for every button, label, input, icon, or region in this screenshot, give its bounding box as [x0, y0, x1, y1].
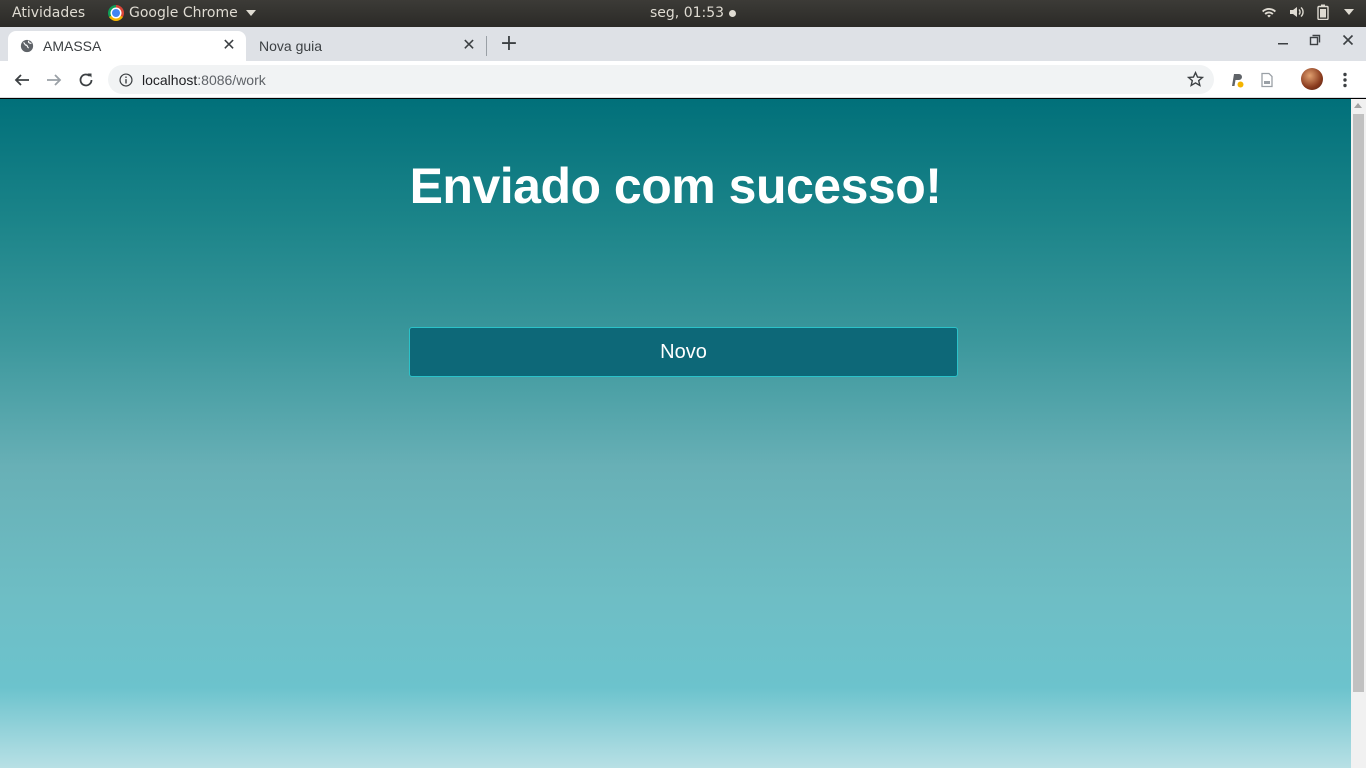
scrollbar-thumb[interactable] — [1353, 114, 1364, 692]
arrow-right-icon — [47, 74, 62, 86]
notification-dot-icon — [729, 9, 737, 17]
paypal-extension-icon — [1232, 74, 1244, 88]
novo-button[interactable]: Novo — [409, 327, 958, 377]
url-path: :8086/work — [197, 71, 266, 88]
close-tab-icon[interactable]: ✕ — [460, 37, 478, 55]
app-name: Google Chrome — [129, 5, 238, 21]
system-top-bar: Atividades Google Chrome seg, 01:53 — [0, 0, 1366, 27]
tab-strip: AMASSA ✕ Nova guia ✕ + — [0, 27, 1366, 61]
forward-button[interactable] — [42, 68, 66, 92]
globe-icon — [20, 39, 34, 53]
more-vertical-icon — [1343, 72, 1347, 88]
address-bar[interactable]: localhost:8086/work — [108, 65, 1214, 94]
activities-button[interactable]: Atividades — [12, 5, 85, 21]
info-icon[interactable] — [119, 72, 133, 87]
minimize-icon — [1278, 43, 1288, 45]
url-text: localhost:8086/work — [142, 72, 266, 88]
maximize-button[interactable] — [1304, 31, 1326, 53]
vertical-scrollbar[interactable] — [1351, 99, 1366, 768]
tab-divider — [486, 36, 487, 56]
restore-icon — [1309, 34, 1321, 46]
reload-icon — [79, 73, 93, 87]
system-tray[interactable] — [1261, 4, 1354, 20]
browser-toolbar: localhost:8086/work — [0, 61, 1366, 98]
close-tab-icon[interactable]: ✕ — [220, 37, 238, 55]
chrome-logo-icon — [108, 5, 124, 21]
bookmark-star-icon[interactable] — [1187, 71, 1204, 88]
clock[interactable]: seg, 01:53 — [650, 5, 737, 21]
back-button[interactable] — [10, 68, 34, 92]
extension-button[interactable] — [1224, 68, 1248, 92]
document-extension-icon — [1261, 72, 1273, 88]
volume-icon — [1290, 6, 1304, 18]
page-content: Enviado com sucesso! Novo — [0, 99, 1351, 768]
close-icon — [1342, 34, 1354, 46]
minimize-button[interactable] — [1272, 31, 1294, 53]
app-menu[interactable]: Google Chrome — [108, 5, 256, 21]
scroll-up-arrow-icon[interactable] — [1354, 103, 1362, 108]
tab-title: AMASSA — [43, 38, 102, 54]
tab-title: Nova guia — [259, 38, 323, 54]
system-menu-chevron-icon — [1344, 9, 1354, 15]
clock-text: seg, 01:53 — [650, 5, 725, 21]
wifi-icon — [1262, 8, 1276, 18]
new-tab-button[interactable]: + — [498, 33, 520, 55]
profile-avatar[interactable] — [1301, 68, 1323, 90]
tab-nova-guia[interactable]: Nova guia ✕ — [246, 31, 486, 61]
extension-button[interactable] — [1255, 68, 1279, 92]
battery-icon — [1317, 4, 1329, 20]
close-window-button[interactable] — [1337, 31, 1359, 53]
arrow-left-icon — [14, 74, 29, 86]
url-host: localhost — [142, 71, 198, 88]
success-heading: Enviado com sucesso! — [409, 158, 942, 214]
reload-button[interactable] — [74, 68, 98, 92]
tab-amassa[interactable]: AMASSA ✕ — [8, 31, 246, 61]
chrome-menu-button[interactable] — [1333, 68, 1357, 92]
chevron-down-icon — [245, 10, 256, 16]
